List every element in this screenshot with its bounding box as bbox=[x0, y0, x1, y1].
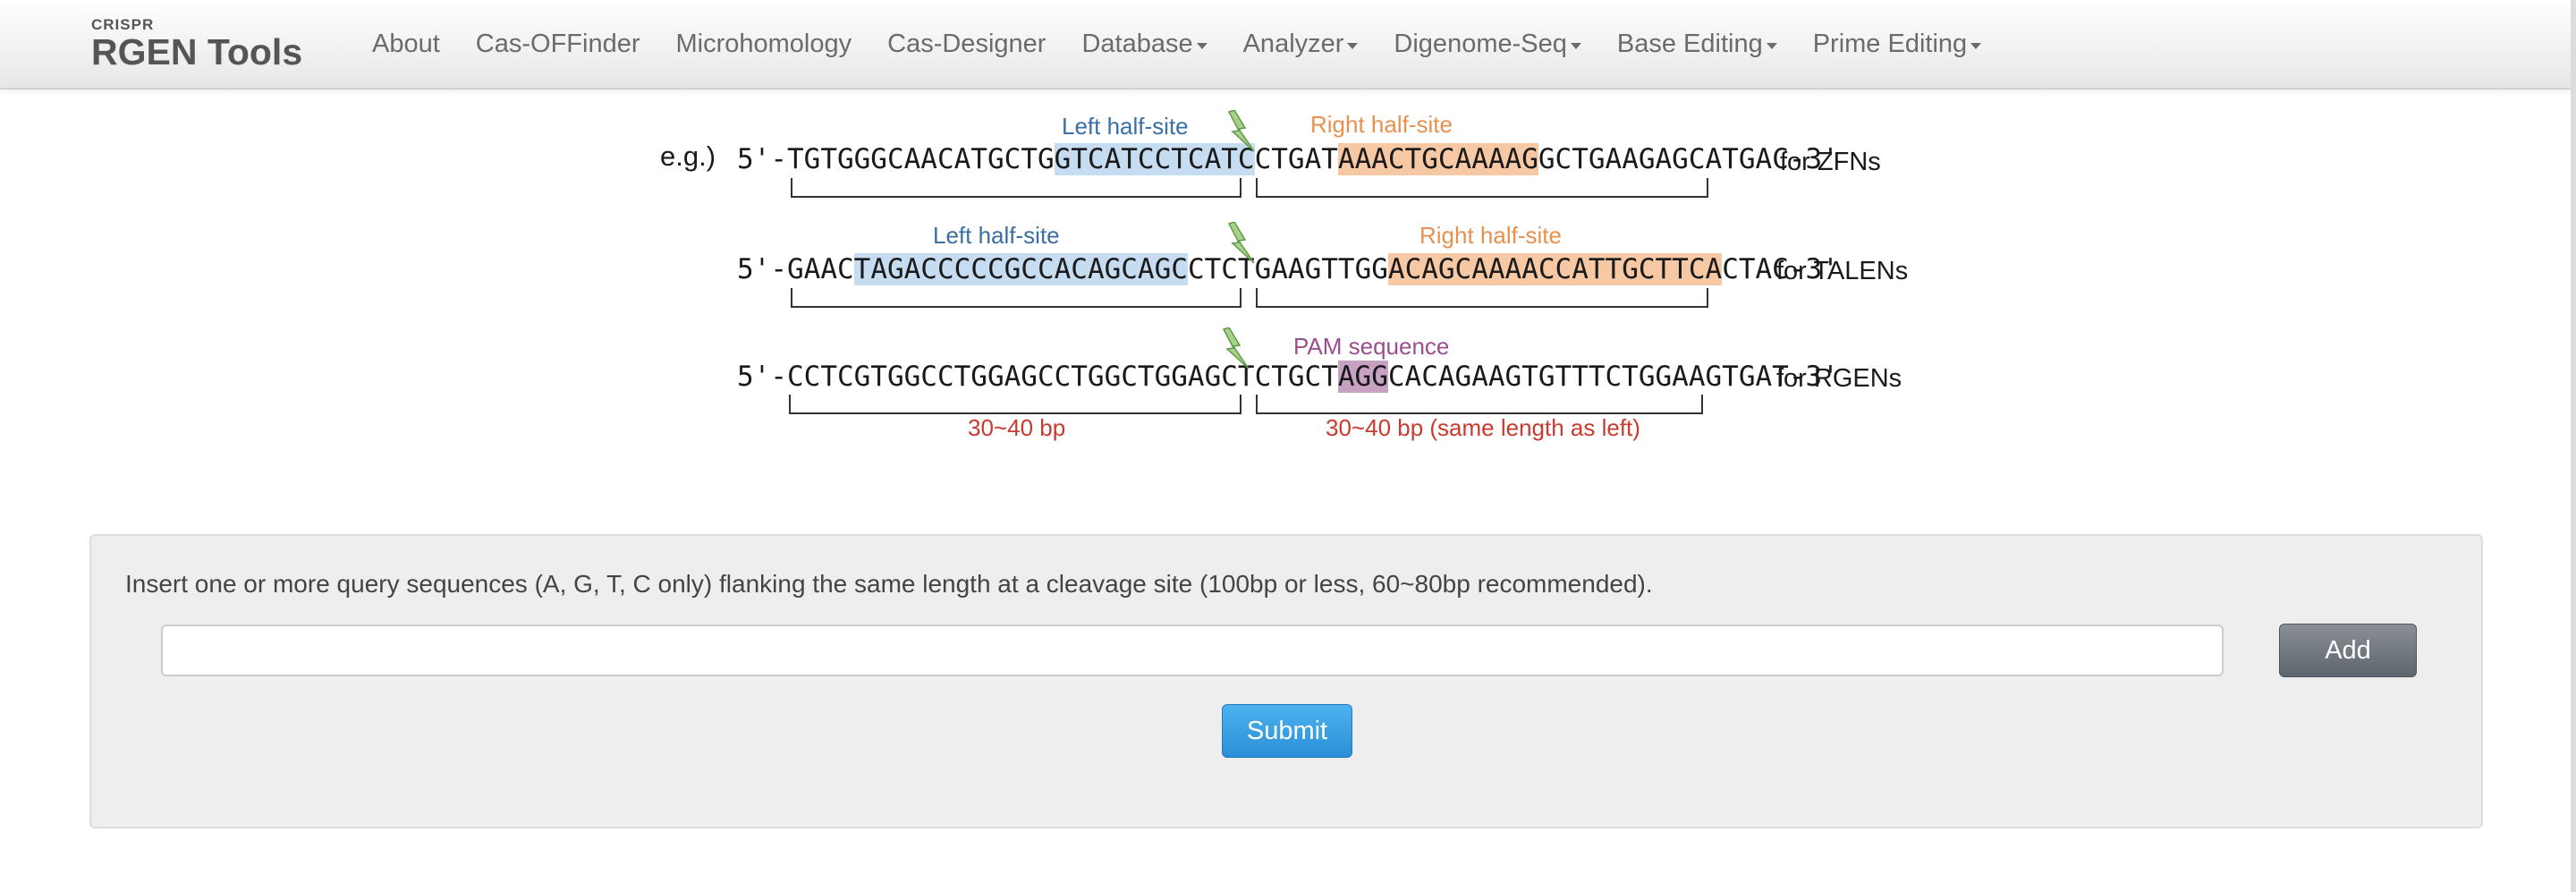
rgen-seq-suffix: CACAGAAGTGTTTCTGGAAGTGAT-3' bbox=[1387, 361, 1839, 393]
zfn-right-bracket bbox=[1256, 178, 1708, 198]
zfn-right-half-site: AAACTGCAAAAG bbox=[1337, 143, 1538, 175]
nav-cas-offinder[interactable]: Cas-OFFinder bbox=[458, 30, 658, 59]
query-sequence-input[interactable] bbox=[161, 624, 2224, 676]
nav-database-dropdown[interactable]: Database bbox=[1063, 30, 1224, 59]
zfn-left-bracket bbox=[791, 178, 1241, 198]
nav-cas-offinder-label: Cas-OFFinder bbox=[475, 29, 640, 58]
caret-down-icon bbox=[1196, 42, 1208, 49]
nav-microhomology[interactable]: Microhomology bbox=[658, 30, 870, 59]
zfn-seq-prefix: 5'-TGTGGGCAACATGCTG bbox=[737, 143, 1055, 175]
zfn-left-half-site: GTCATCCTCATC bbox=[1054, 143, 1255, 175]
left-length-label: 30~40 bp bbox=[968, 414, 1066, 441]
zfn-type-label: for ZFNs bbox=[1780, 148, 1881, 176]
nav-digenome-seq-dropdown[interactable]: Digenome-Seq bbox=[1376, 30, 1598, 59]
talen-right-half-site-label: Right half-site bbox=[1419, 222, 1562, 249]
rgen-pam: AGG bbox=[1337, 361, 1388, 393]
talen-right-half-site: ACAGCAAAACCATTGCTTCA bbox=[1387, 253, 1723, 285]
talen-left-half-site-label: Left half-site bbox=[933, 222, 1060, 249]
nav-about[interactable]: About bbox=[354, 30, 458, 59]
nav-cas-designer[interactable]: Cas-Designer bbox=[869, 30, 1063, 59]
talen-sequence: 5'-GAACTAGACCCCCGCCACAGCAGCCTCTGAAGTTGGA… bbox=[737, 251, 1839, 287]
nav-microhomology-label: Microhomology bbox=[675, 29, 852, 58]
talen-right-bracket bbox=[1256, 288, 1708, 308]
zfn-left-half-site-label: Left half-site bbox=[1062, 113, 1189, 140]
example-sequences-diagram: e.g.) Left half-site Right half-site 5'-… bbox=[0, 89, 2576, 465]
pam-sequence-label: PAM sequence bbox=[1293, 333, 1450, 360]
cleavage-bolt-icon bbox=[1227, 222, 1255, 264]
submit-button[interactable]: Submit bbox=[1222, 704, 1352, 758]
caret-down-icon bbox=[1970, 42, 1982, 49]
query-form-panel: Insert one or more query sequences (A, G… bbox=[89, 534, 2483, 828]
brand-logo[interactable]: CRISPR RGEN Tools bbox=[91, 16, 302, 72]
caret-down-icon bbox=[1570, 42, 1581, 49]
rgen-right-bracket bbox=[1256, 395, 1703, 414]
talen-left-half-site: TAGACCCCCGCCACAGCAGC bbox=[853, 253, 1188, 285]
rgen-type-label: for RGENs bbox=[1776, 364, 1902, 393]
zfn-spacer: CTGAT bbox=[1254, 143, 1338, 175]
nav-prime-editing-label: Prime Editing bbox=[1812, 29, 1968, 58]
nav-prime-editing-dropdown[interactable]: Prime Editing bbox=[1795, 30, 1999, 59]
nav-base-editing-label: Base Editing bbox=[1616, 29, 1763, 58]
talen-seq-prefix: 5'-GAAC bbox=[737, 253, 854, 285]
caret-down-icon bbox=[1766, 42, 1777, 49]
zfn-right-half-site-label: Right half-site bbox=[1310, 111, 1453, 138]
caret-down-icon bbox=[1347, 42, 1359, 49]
main-nav: About Cas-OFFinder Microhomology Cas-Des… bbox=[354, 0, 1999, 88]
nav-analyzer-label: Analyzer bbox=[1242, 29, 1344, 58]
eg-label: e.g.) bbox=[660, 140, 716, 172]
talen-type-label: for TALENs bbox=[1776, 257, 1909, 285]
add-button[interactable]: Add bbox=[2279, 624, 2417, 677]
nav-cas-designer-label: Cas-Designer bbox=[887, 29, 1046, 58]
nav-about-label: About bbox=[372, 29, 440, 58]
rgen-left-bracket bbox=[789, 395, 1241, 414]
talen-left-bracket bbox=[791, 288, 1241, 308]
nav-digenome-seq-label: Digenome-Seq bbox=[1394, 29, 1567, 58]
query-instructions: Insert one or more query sequences (A, G… bbox=[125, 570, 1653, 598]
cleavage-bolt-icon bbox=[1227, 110, 1255, 152]
zfn-sequence: 5'-TGTGGGCAACATGCTGGTCATCCTCATCCTGATAAAC… bbox=[737, 141, 1839, 177]
right-length-label: 30~40 bp (same length as left) bbox=[1326, 414, 1640, 441]
nav-analyzer-dropdown[interactable]: Analyzer bbox=[1225, 30, 1377, 59]
rgen-sequence: 5'-CCTCGTGGCCTGGAGCCTGGCTGGAGCTCTGCTAGGC… bbox=[737, 359, 1839, 395]
talen-spacer: CTCTGAAGTTGG bbox=[1187, 253, 1388, 285]
nav-database-label: Database bbox=[1081, 29, 1193, 58]
top-navbar: CRISPR RGEN Tools About Cas-OFFinder Mic… bbox=[0, 0, 2576, 89]
cleavage-bolt-icon bbox=[1222, 327, 1250, 370]
nav-base-editing-dropdown[interactable]: Base Editing bbox=[1599, 30, 1795, 59]
brand-title: RGEN Tools bbox=[91, 31, 303, 72]
